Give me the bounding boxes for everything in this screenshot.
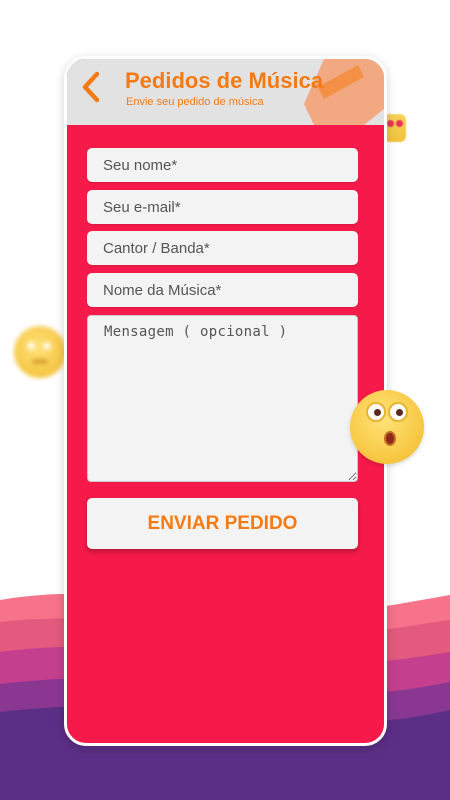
card-header: Pedidos de Música Envie seu pedido de mú… [67,59,384,125]
back-button[interactable] [77,69,105,105]
name-input[interactable] [87,148,358,182]
page-title: Pedidos de Música [125,68,324,93]
heart-eyes-emoji-icon [384,114,406,142]
chevron-left-icon [82,71,100,103]
song-input[interactable] [87,273,358,307]
message-textarea[interactable] [87,315,358,482]
smiley-emoji-icon [14,326,66,378]
artist-input[interactable] [87,231,358,265]
page-subtitle: Envie seu pedido de música [126,96,264,108]
request-card: Pedidos de Música Envie seu pedido de mú… [64,56,387,746]
email-input[interactable] [87,190,358,224]
surprised-emoji-icon [350,390,424,464]
submit-request-button[interactable]: ENVIAR PEDIDO [87,498,358,549]
